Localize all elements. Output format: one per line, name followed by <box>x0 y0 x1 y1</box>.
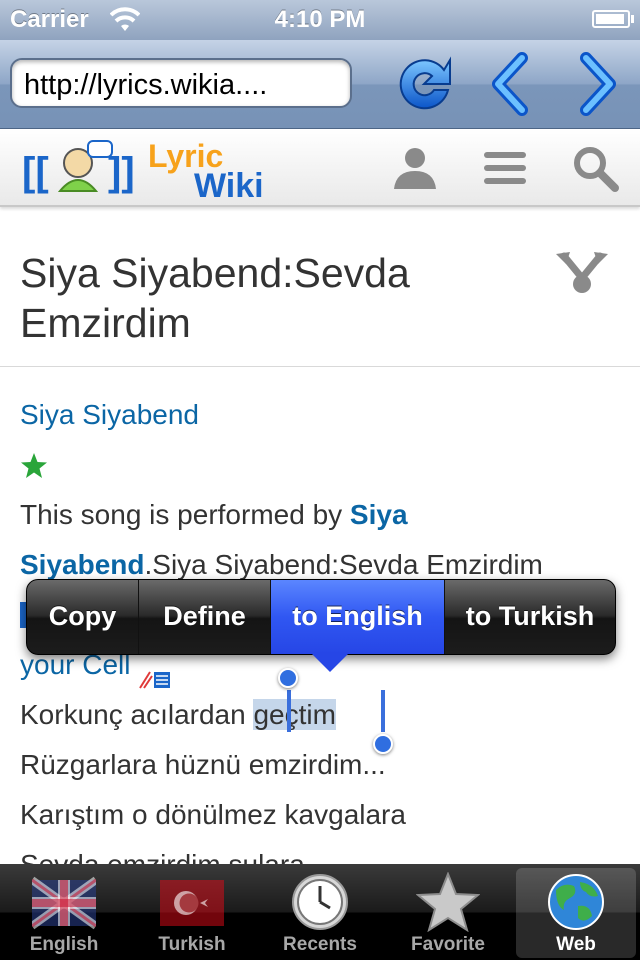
page-title: Siya Siyabend:Sevda Emzirdim <box>20 250 410 346</box>
tab-label: Turkish <box>158 934 226 955</box>
status-bar: Carrier 4:10 PM <box>0 0 640 40</box>
menu-icon[interactable] <box>480 143 530 193</box>
tab-label: Favorite <box>411 934 485 955</box>
tab-english[interactable]: English <box>0 864 128 960</box>
globe-icon <box>548 874 604 930</box>
tab-web[interactable]: Web <box>512 864 640 960</box>
song-reference-text: .Siya Siyabend:Sevda Emzirdim <box>144 549 543 580</box>
svg-text:]]: ]] <box>108 150 135 194</box>
clock-label: 4:10 PM <box>274 6 366 33</box>
tab-label: Recents <box>283 934 357 955</box>
svg-text:[[: [[ <box>22 150 49 194</box>
selection-end-handle[interactable] <box>373 734 393 754</box>
phone-icon <box>138 656 172 689</box>
title-divider <box>0 366 640 367</box>
selection-end-caret <box>381 690 385 732</box>
svg-text:Wiki: Wiki <box>194 167 264 203</box>
site-header: [[ ]] Lyric Wiki <box>0 129 640 207</box>
url-field[interactable]: http://lyrics.wikia.... <box>10 58 352 108</box>
lyric-line: Rüzgarlara hüznü emzirdim... <box>20 749 386 780</box>
battery-icon <box>592 10 634 28</box>
uk-flag-icon <box>32 876 96 930</box>
tab-bar: English Turkish Recents Favorite Web <box>0 864 640 960</box>
translate-to-turkish-button[interactable]: to Turkish <box>445 580 615 654</box>
performed-text: This song is performed by <box>20 499 350 530</box>
browser-toolbar: http://lyrics.wikia.... <box>0 40 640 129</box>
search-icon[interactable] <box>570 143 620 193</box>
edit-menu-popup: Copy Define to English to Turkish <box>26 579 616 655</box>
selection-start-caret <box>287 690 291 732</box>
popup-pointer <box>310 652 350 672</box>
back-arrow-button[interactable] <box>476 48 548 120</box>
share-icon[interactable] <box>554 248 610 296</box>
star-icon <box>416 872 480 932</box>
selected-word[interactable]: geçtim <box>253 699 336 730</box>
clock-icon <box>292 874 348 930</box>
star-rating-icon <box>21 453 47 478</box>
user-icon[interactable] <box>390 143 440 193</box>
forward-arrow-button[interactable] <box>560 48 632 120</box>
artist-link[interactable]: Siya Siyabend <box>20 399 199 430</box>
selection-start-handle[interactable] <box>278 668 298 688</box>
tab-turkish[interactable]: Turkish <box>128 864 256 960</box>
translate-to-english-button[interactable]: to English <box>271 580 445 654</box>
define-button[interactable]: Define <box>139 580 271 654</box>
copy-button[interactable]: Copy <box>27 580 139 654</box>
turkey-flag-icon <box>160 880 224 926</box>
lyric-line: Korkunç acılardan <box>20 699 254 730</box>
tab-label: English <box>29 934 99 955</box>
performer-link[interactable]: Siya <box>350 499 408 530</box>
performer-link-continued[interactable]: Siyabend <box>20 549 144 580</box>
lyricwiki-logo[interactable]: [[ ]] Lyric Wiki <box>22 133 282 203</box>
tab-recents[interactable]: Recents <box>256 864 384 960</box>
tab-favorite[interactable]: Favorite <box>384 864 512 960</box>
reload-button[interactable] <box>388 48 460 120</box>
tab-label: Web <box>556 934 596 955</box>
lyric-line: Karıştım o dönülmez kavgalara <box>20 799 406 830</box>
